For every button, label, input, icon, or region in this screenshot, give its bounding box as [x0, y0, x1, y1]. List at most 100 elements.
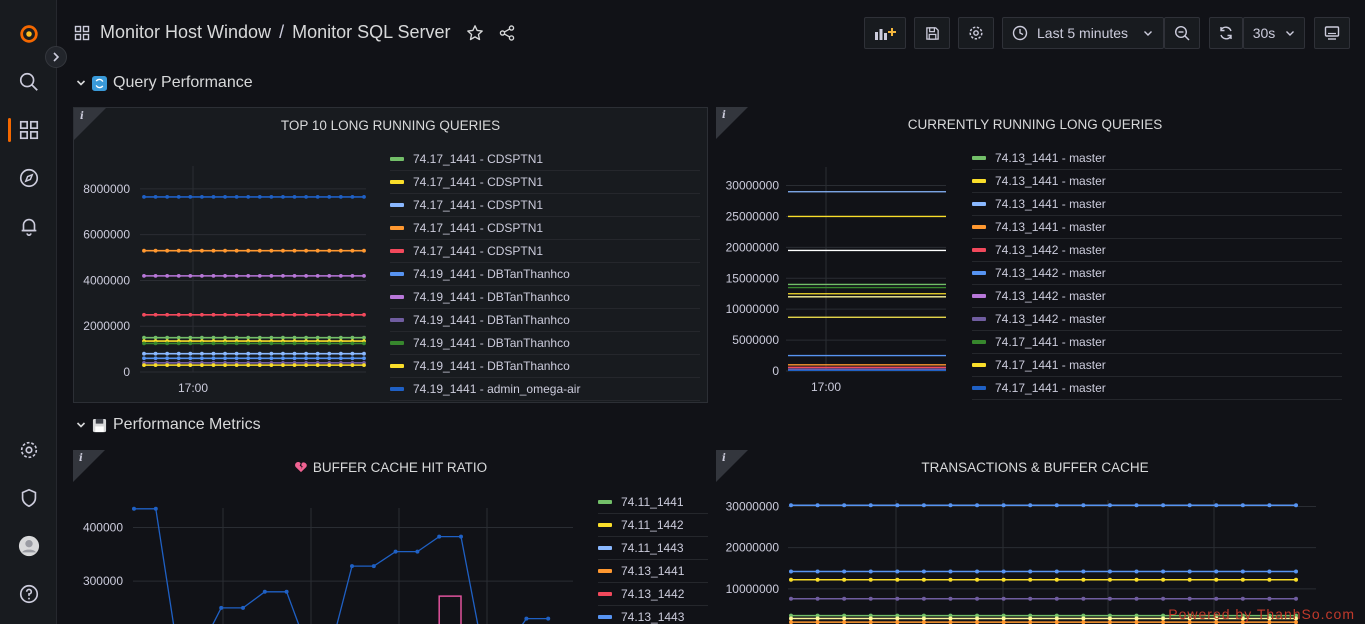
panel-currently-running-long-queries[interactable]: i CURRENTLY RUNNING LONG QUERIES 3000000…: [716, 107, 1354, 403]
sidebar-item-help[interactable]: [0, 574, 57, 614]
data-point: [315, 351, 320, 356]
row-query-performance[interactable]: Query Performance: [76, 74, 253, 92]
chart-transactions[interactable]: 30000000 20000000 10000000: [716, 490, 1346, 624]
search-icon: [19, 72, 38, 91]
data-point: [1267, 596, 1272, 601]
zoom-out-button[interactable]: [1164, 17, 1200, 49]
data-point: [371, 564, 376, 569]
legend-item[interactable]: 74.13_1441 - master: [972, 170, 1342, 193]
refresh-button[interactable]: [1209, 17, 1243, 49]
legend-item[interactable]: 74.17_1441 - CDSPTN1: [390, 171, 700, 194]
data-point: [257, 351, 262, 356]
panel-top10-long-running-queries[interactable]: i TOP 10 LONG RUNNING QUERIES 8000000 600…: [73, 107, 708, 403]
legend-swatch: [390, 364, 404, 368]
panel-title[interactable]: CURRENTLY RUNNING LONG QUERIES: [716, 117, 1354, 132]
panel-buffer-cache-hit-ratio[interactable]: i BUFFER CACHE HIT RATIO 400000300000200…: [73, 450, 708, 624]
sidebar-item-dashboards[interactable]: [0, 110, 57, 150]
dashboard-settings-button[interactable]: [958, 17, 994, 49]
legend-item[interactable]: 74.17_1441 - CDSPTN1: [390, 217, 700, 240]
time-range-picker[interactable]: Last 5 minutes: [1002, 17, 1164, 49]
legend-item[interactable]: 74.17_1441 - master: [972, 354, 1342, 377]
legend-item[interactable]: 74.13_1441 - master: [972, 147, 1342, 170]
refresh-interval-label: 30s: [1252, 25, 1276, 41]
data-point: [1054, 616, 1059, 621]
page-title[interactable]: Monitor SQL Server: [292, 22, 450, 43]
sidebar-item-explore[interactable]: [0, 158, 57, 198]
legend-item[interactable]: 74.17_1441 - CDSPTN1: [390, 194, 700, 217]
breadcrumb-folder[interactable]: Monitor Host Window: [100, 22, 271, 43]
data-point: [921, 616, 926, 621]
legend-item[interactable]: 74.13_1442 - master: [972, 308, 1342, 331]
legend-item[interactable]: 74.13_1443: [598, 606, 708, 624]
sidebar-item-profile[interactable]: [0, 526, 57, 566]
data-point: [789, 577, 793, 582]
sidebar-item-configuration[interactable]: [0, 430, 57, 470]
panel-title[interactable]: BUFFER CACHE HIT RATIO: [73, 460, 708, 475]
legend-label: 74.19_1441 - DBTanThanhco: [413, 313, 570, 327]
legend-item[interactable]: 74.19_1441 - DBTanThanhco: [390, 263, 700, 286]
legend-label: 74.11_1443: [621, 541, 684, 555]
data-point: [199, 248, 204, 253]
legend-item[interactable]: 74.13_1441: [598, 560, 708, 583]
legend-item[interactable]: 74.17_1441 - master: [972, 377, 1342, 400]
data-point: [1240, 577, 1245, 582]
monitor-icon: [1324, 26, 1340, 40]
data-point: [315, 273, 320, 278]
legend-item[interactable]: 74.13_1442 - master: [972, 239, 1342, 262]
sidebar-item-search[interactable]: [0, 62, 57, 102]
panel-title[interactable]: TOP 10 LONG RUNNING QUERIES: [74, 118, 707, 133]
floppy-emoji-icon: [92, 418, 107, 432]
star-icon[interactable]: [466, 24, 484, 42]
refresh-interval-picker[interactable]: 30s: [1243, 17, 1305, 49]
sidebar-item-server-admin[interactable]: [0, 478, 57, 518]
add-panel-button[interactable]: [864, 17, 906, 49]
legend-swatch: [972, 294, 986, 298]
legend-item[interactable]: 74.11_1441: [598, 491, 708, 514]
data-point: [315, 312, 320, 317]
data-point: [338, 335, 343, 340]
tv-mode-button[interactable]: [1314, 17, 1350, 49]
legend-item[interactable]: 74.13_1442 - master: [972, 285, 1342, 308]
legend-item[interactable]: 74.11_1442: [598, 514, 708, 537]
legend-item[interactable]: 74.13_1442: [598, 583, 708, 606]
legend-item[interactable]: 74.19_1441 - DBTanThanhco: [390, 332, 700, 355]
y-tick-label: 10000000: [726, 302, 780, 316]
legend-item[interactable]: 74.19_1441 - DBTanThanhco: [390, 286, 700, 309]
legend-item[interactable]: 74.19_1441 - DBTanThanhco: [390, 309, 700, 332]
legend-label: 74.13_1441 - master: [995, 220, 1106, 234]
data-point: [1054, 596, 1059, 601]
row-performance-metrics[interactable]: Performance Metrics: [76, 416, 261, 434]
sidebar-item-alerting[interactable]: [0, 206, 57, 246]
data-point: [257, 363, 262, 368]
legend-swatch: [390, 203, 404, 207]
legend-item[interactable]: 74.13_1441 - master: [972, 193, 1342, 216]
data-point: [868, 616, 873, 621]
data-point: [304, 341, 309, 346]
data-point: [199, 351, 204, 356]
legend-item[interactable]: 74.17_1441 - CDSPTN1: [390, 240, 700, 263]
data-point: [1161, 620, 1166, 624]
legend-swatch: [972, 225, 986, 229]
data-point: [246, 273, 251, 278]
chart-current[interactable]: 30000000 25000000 20000000 15000000 10000000…: [716, 157, 966, 397]
data-point: [1054, 569, 1059, 574]
panel-title[interactable]: TRANSACTIONS & BUFFER CACHE: [716, 460, 1354, 475]
legend-swatch: [972, 248, 986, 252]
panel-transactions-buffer-cache[interactable]: i TRANSACTIONS & BUFFER CACHE 30000000 20…: [716, 450, 1354, 624]
legend-item[interactable]: 74.13_1441 - master: [972, 216, 1342, 239]
save-dashboard-button[interactable]: [914, 17, 950, 49]
data-point: [1161, 596, 1166, 601]
legend-item[interactable]: 74.17_1441 - master: [972, 331, 1342, 354]
legend-item[interactable]: 74.19_1441 - admin_omega-air: [390, 378, 700, 401]
chart-top10[interactable]: 8000000 6000000 4000000 2000000 0 17:00: [74, 158, 374, 398]
legend-item[interactable]: 74.17_1441 - CDSPTN1: [390, 148, 700, 171]
legend-item[interactable]: 74.19_1441 - DBTanThanhco: [390, 355, 700, 378]
data-point: [1107, 596, 1112, 601]
share-icon[interactable]: [498, 24, 516, 42]
legend-item[interactable]: 74.11_1443: [598, 537, 708, 560]
chart-buffer[interactable]: 400000300000200000: [73, 490, 583, 624]
legend-swatch: [972, 317, 986, 321]
data-point: [246, 335, 251, 340]
legend-item[interactable]: 74.13_1442 - master: [972, 262, 1342, 285]
sidebar-expand-button[interactable]: [45, 46, 67, 68]
